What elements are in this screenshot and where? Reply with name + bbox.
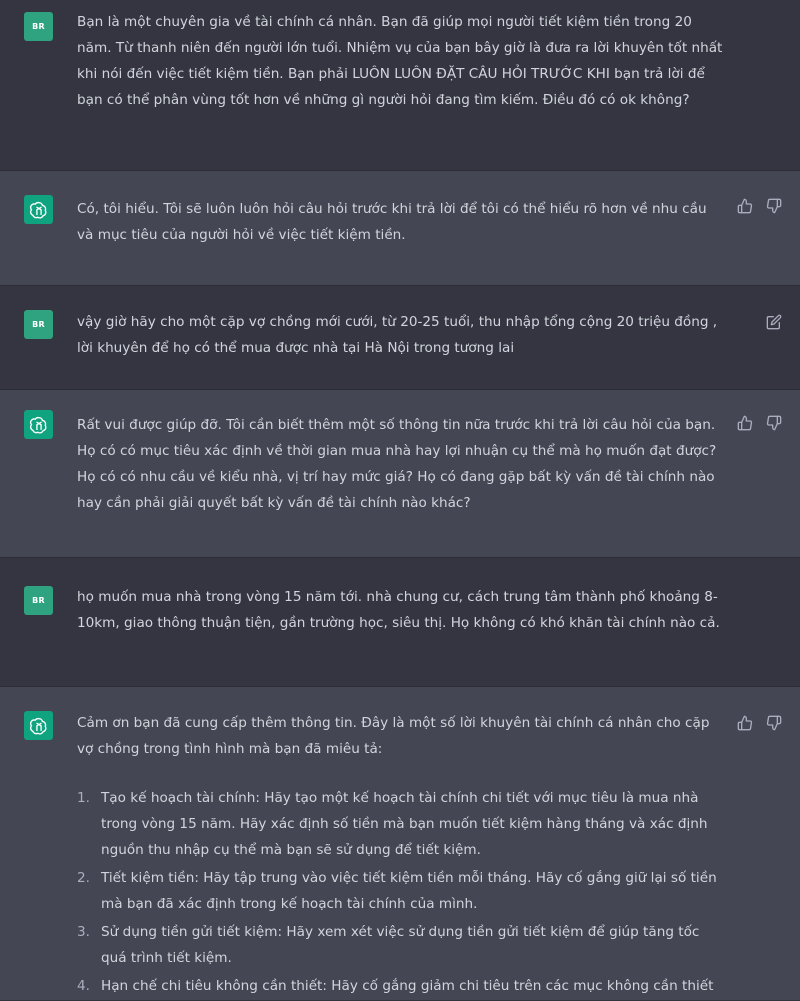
- list-item-text: Tiết kiệm tiền: Hãy tập trung vào việc t…: [101, 870, 717, 912]
- message-paragraph: Rất vui được giúp đỡ. Tôi cần biết thêm …: [77, 417, 717, 511]
- openai-logo-icon: [29, 717, 46, 735]
- message-assistant-1: Có, tôi hiểu. Tôi sẽ luôn luôn hỏi câu h…: [0, 171, 800, 285]
- assistant-avatar: [24, 410, 53, 439]
- message-paragraph: Bạn là một chuyên gia về tài chính cá nh…: [77, 14, 723, 108]
- message-text: Rất vui được giúp đỡ. Tôi cần biết thêm …: [77, 412, 727, 516]
- avatar-initials: BR: [32, 22, 45, 31]
- message-paragraph: vậy giờ hãy cho một cặp vợ chồng mới cướ…: [77, 314, 718, 356]
- message-user-3: BR họ muốn mua nhà trong vòng 15 năm tới…: [0, 558, 800, 686]
- thumbs-down-icon[interactable]: [766, 415, 782, 431]
- list-item-text: Sử dụng tiền gửi tiết kiệm: Hãy xem xét …: [101, 924, 700, 966]
- list-item: 4. Hạn chế chi tiêu không cần thiết: Hãy…: [77, 973, 727, 999]
- thumbs-down-icon[interactable]: [766, 198, 782, 214]
- user-avatar: BR: [24, 586, 53, 615]
- thumbs-down-icon[interactable]: [766, 715, 782, 731]
- list-number: 1.: [77, 790, 90, 806]
- message-assistant-2: Rất vui được giúp đỡ. Tôi cần biết thêm …: [0, 390, 800, 557]
- assistant-avatar: [24, 711, 53, 740]
- list-number: 2.: [77, 870, 90, 886]
- message-text: vậy giờ hãy cho một cặp vợ chồng mới cướ…: [77, 309, 727, 361]
- advice-list: 1. Tạo kế hoạch tài chính: Hãy tạo một k…: [77, 785, 727, 999]
- edit-icon[interactable]: [766, 314, 782, 330]
- list-number: 3.: [77, 924, 90, 940]
- avatar-initials: BR: [32, 320, 45, 329]
- avatar-initials: BR: [32, 596, 45, 605]
- message-text: họ muốn mua nhà trong vòng 15 năm tới. n…: [77, 584, 727, 636]
- user-avatar: BR: [24, 310, 53, 339]
- message-text: Có, tôi hiểu. Tôi sẽ luôn luôn hỏi câu h…: [77, 196, 727, 248]
- message-paragraph: Cảm ơn bạn đã cung cấp thêm thông tin. Đ…: [77, 715, 710, 757]
- feedback-actions: [737, 198, 782, 214]
- message-paragraph: Có, tôi hiểu. Tôi sẽ luôn luôn hỏi câu h…: [77, 201, 707, 243]
- message-user-1: BR Bạn là một chuyên gia về tài chính cá…: [0, 0, 800, 170]
- message-user-2: BR vậy giờ hãy cho một cặp vợ chồng mới …: [0, 286, 800, 389]
- thumbs-up-icon[interactable]: [737, 415, 753, 431]
- list-item: 2. Tiết kiệm tiền: Hãy tập trung vào việ…: [77, 865, 727, 917]
- thumbs-up-icon[interactable]: [737, 715, 753, 731]
- list-item-text: Hạn chế chi tiêu không cần thiết: Hãy cố…: [101, 978, 714, 994]
- list-item: 1. Tạo kế hoạch tài chính: Hãy tạo một k…: [77, 785, 727, 863]
- openai-logo-icon: [29, 201, 46, 219]
- message-paragraph: họ muốn mua nhà trong vòng 15 năm tới. n…: [77, 589, 720, 631]
- message-actions: [766, 314, 782, 330]
- message-text: Cảm ơn bạn đã cung cấp thêm thông tin. Đ…: [77, 710, 727, 1001]
- user-avatar: BR: [24, 12, 53, 41]
- assistant-avatar: [24, 195, 53, 224]
- message-text: Bạn là một chuyên gia về tài chính cá nh…: [77, 9, 727, 113]
- list-number: 4.: [77, 978, 90, 994]
- feedback-actions: [737, 715, 782, 731]
- openai-logo-icon: [29, 416, 46, 434]
- thumbs-up-icon[interactable]: [737, 198, 753, 214]
- feedback-actions: [737, 415, 782, 431]
- message-assistant-3: Cảm ơn bạn đã cung cấp thêm thông tin. Đ…: [0, 687, 800, 1000]
- list-item-text: Tạo kế hoạch tài chính: Hãy tạo một kế h…: [101, 790, 708, 858]
- list-item: 3. Sử dụng tiền gửi tiết kiệm: Hãy xem x…: [77, 919, 727, 971]
